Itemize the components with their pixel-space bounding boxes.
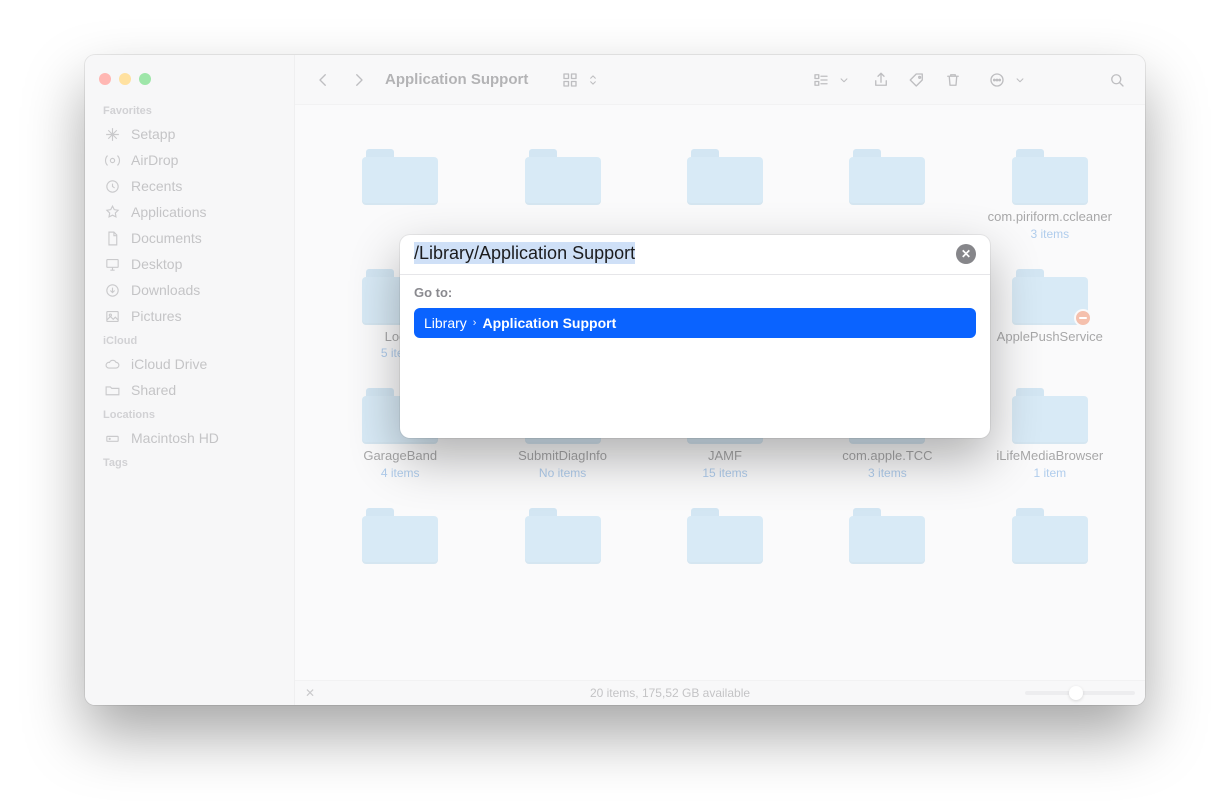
desktop-icon — [103, 255, 121, 273]
path-bar-close-icon[interactable]: ✕ — [305, 686, 325, 700]
sidebar-item-pictures[interactable]: Pictures — [85, 303, 294, 329]
zoom-window-button[interactable] — [139, 73, 151, 85]
back-button[interactable] — [309, 66, 337, 94]
folder-item[interactable] — [650, 145, 800, 241]
folder-item[interactable]: iLifeMediaBrowser1 item — [975, 384, 1125, 480]
goto-suggestion[interactable]: Library › Application Support — [414, 308, 976, 338]
sidebar-item-downloads[interactable]: Downloads — [85, 277, 294, 303]
sidebar-section-icloud: iCloud — [85, 329, 294, 351]
chevron-down-icon[interactable] — [837, 66, 851, 94]
sidebar-item-documents[interactable]: Documents — [85, 225, 294, 251]
sidebar-item-applications[interactable]: Applications — [85, 199, 294, 225]
setapp-icon — [103, 125, 121, 143]
sidebar-item-desktop[interactable]: Desktop — [85, 251, 294, 277]
group-by-button[interactable] — [807, 66, 835, 94]
zoom-slider[interactable] — [1025, 691, 1135, 695]
folder-item[interactable] — [812, 504, 962, 568]
document-icon — [103, 229, 121, 247]
go-to-folder-dialog: /Library/Application Support ✕ Go to: Li… — [400, 235, 990, 438]
view-switcher-icon[interactable] — [586, 66, 600, 94]
no-entry-badge-icon — [1074, 309, 1092, 327]
tags-button[interactable] — [903, 66, 931, 94]
view-icons-button[interactable] — [556, 66, 584, 94]
sidebar-section-favorites: Favorites — [85, 99, 294, 121]
folder-item[interactable] — [975, 504, 1125, 568]
goto-label: Go to: — [414, 285, 976, 300]
folder-item[interactable]: ApplePushService — [975, 265, 1125, 361]
sidebar-item-macintosh-hd[interactable]: Macintosh HD — [85, 425, 294, 451]
toolbar: Application Support — [295, 55, 1145, 105]
trash-button[interactable] — [939, 66, 967, 94]
clock-icon — [103, 177, 121, 195]
sidebar-item-setapp[interactable]: Setapp — [85, 121, 294, 147]
search-button[interactable] — [1103, 66, 1131, 94]
sidebar-section-locations: Locations — [85, 403, 294, 425]
window-title: Application Support — [385, 71, 528, 88]
downloads-icon — [103, 281, 121, 299]
share-button[interactable] — [867, 66, 895, 94]
folder-item[interactable] — [325, 145, 475, 241]
close-window-button[interactable] — [99, 73, 111, 85]
sidebar-section-tags: Tags — [85, 451, 294, 473]
folder-item[interactable] — [650, 504, 800, 568]
disk-icon — [103, 429, 121, 447]
status-text: 20 items, 175,52 GB available — [325, 686, 1015, 700]
more-button[interactable] — [983, 66, 1011, 94]
airdrop-icon — [103, 151, 121, 169]
goto-path-input[interactable]: /Library/Application Support — [414, 243, 956, 264]
folder-item[interactable] — [487, 145, 637, 241]
sidebar-item-recents[interactable]: Recents — [85, 173, 294, 199]
pictures-icon — [103, 307, 121, 325]
traffic-lights — [85, 65, 294, 99]
minimize-window-button[interactable] — [119, 73, 131, 85]
folder-item[interactable] — [812, 145, 962, 241]
folder-item[interactable] — [487, 504, 637, 568]
cloud-icon — [103, 355, 121, 373]
sidebar-item-airdrop[interactable]: AirDrop — [85, 147, 294, 173]
folder-item[interactable]: com.piriform.ccleaner3 items — [975, 145, 1125, 241]
sidebar-item-shared[interactable]: Shared — [85, 377, 294, 403]
sidebar-item-icloud-drive[interactable]: iCloud Drive — [85, 351, 294, 377]
status-bar: ✕ 20 items, 175,52 GB available — [295, 680, 1145, 705]
apps-icon — [103, 203, 121, 221]
chevron-down-icon[interactable] — [1013, 66, 1027, 94]
finder-window: Favorites Setapp AirDrop Recents Applica… — [85, 55, 1145, 705]
sidebar: Favorites Setapp AirDrop Recents Applica… — [85, 55, 295, 705]
shared-folder-icon — [103, 381, 121, 399]
clear-input-icon[interactable]: ✕ — [956, 244, 976, 264]
forward-button[interactable] — [345, 66, 373, 94]
folder-item[interactable] — [325, 504, 475, 568]
chevron-right-icon: › — [473, 317, 477, 329]
